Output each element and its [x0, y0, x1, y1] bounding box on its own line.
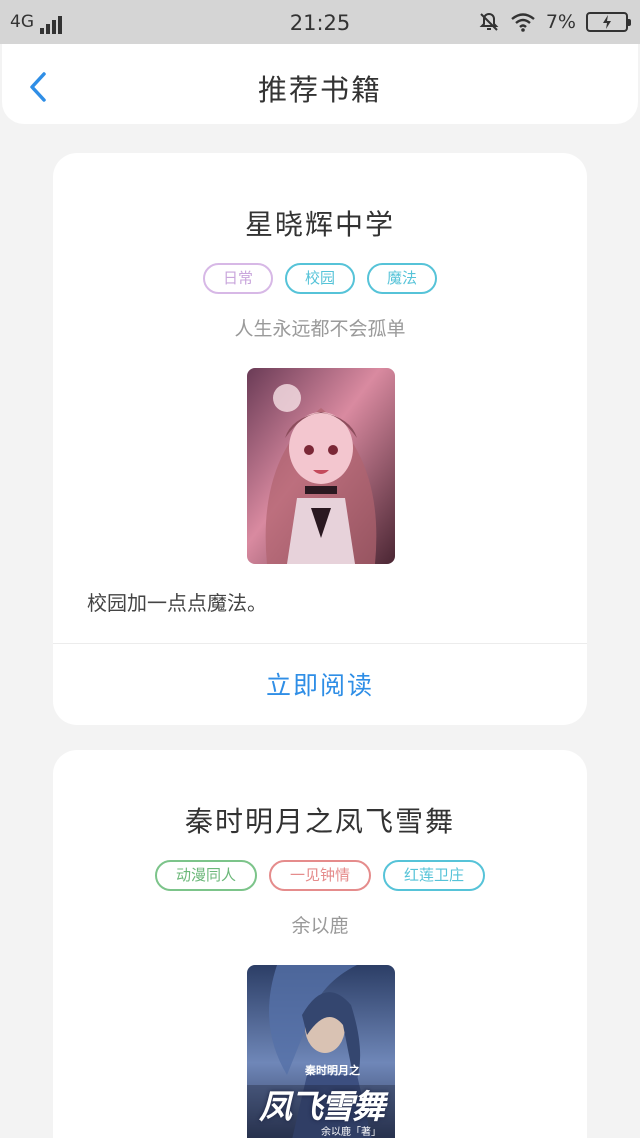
book-card[interactable]: 秦时明月之凤飞雪舞 动漫同人 一见钟情 红莲卫庄 余以鹿 秦时明月之 凤飞雪舞 …: [53, 750, 587, 1138]
cover-title-text: 凤飞雪舞: [259, 1087, 385, 1126]
read-now-button[interactable]: 立即阅读: [53, 669, 587, 703]
tag[interactable]: 魔法: [367, 263, 437, 294]
battery-charging-icon: [586, 12, 631, 32]
book-title: 秦时明月之凤飞雪舞: [184, 805, 455, 838]
tag[interactable]: 校园: [285, 263, 355, 294]
book-author: 余以鹿: [291, 915, 349, 937]
cover-author-text: 余以鹿「著」: [321, 1127, 381, 1138]
mute-bell-icon: [479, 12, 499, 31]
status-bar: 4G 21:25 7%: [0, 0, 640, 44]
app-header: 推荐书籍: [2, 44, 638, 124]
wifi-icon: [511, 13, 535, 32]
divider: [53, 643, 587, 644]
page-title: 推荐书籍: [257, 73, 382, 107]
tag-list: 动漫同人 一见钟情 红莲卫庄: [53, 860, 587, 891]
tag-list: 日常 校园 魔法: [53, 263, 587, 294]
tag[interactable]: 动漫同人: [155, 860, 257, 891]
book-cover-image[interactable]: [247, 368, 395, 564]
book-description: 校园加一点点魔法。: [87, 591, 267, 615]
tag[interactable]: 红莲卫庄: [383, 860, 485, 891]
book-cover-image[interactable]: 秦时明月之 凤飞雪舞 余以鹿「著」: [247, 965, 395, 1138]
book-card[interactable]: 星晓辉中学 日常 校园 魔法 人生永远都不会孤单 校园加一点点魔法。 立即阅读: [53, 153, 587, 725]
cover-series-text: 秦时明月之: [305, 1064, 360, 1077]
tag[interactable]: 日常: [203, 263, 273, 294]
book-subtitle: 人生永远都不会孤单: [234, 318, 406, 340]
book-title: 星晓辉中学: [244, 208, 395, 241]
tag[interactable]: 一见钟情: [269, 860, 371, 891]
status-icons: 7%: [478, 10, 631, 34]
battery-percent: 7%: [545, 11, 576, 33]
